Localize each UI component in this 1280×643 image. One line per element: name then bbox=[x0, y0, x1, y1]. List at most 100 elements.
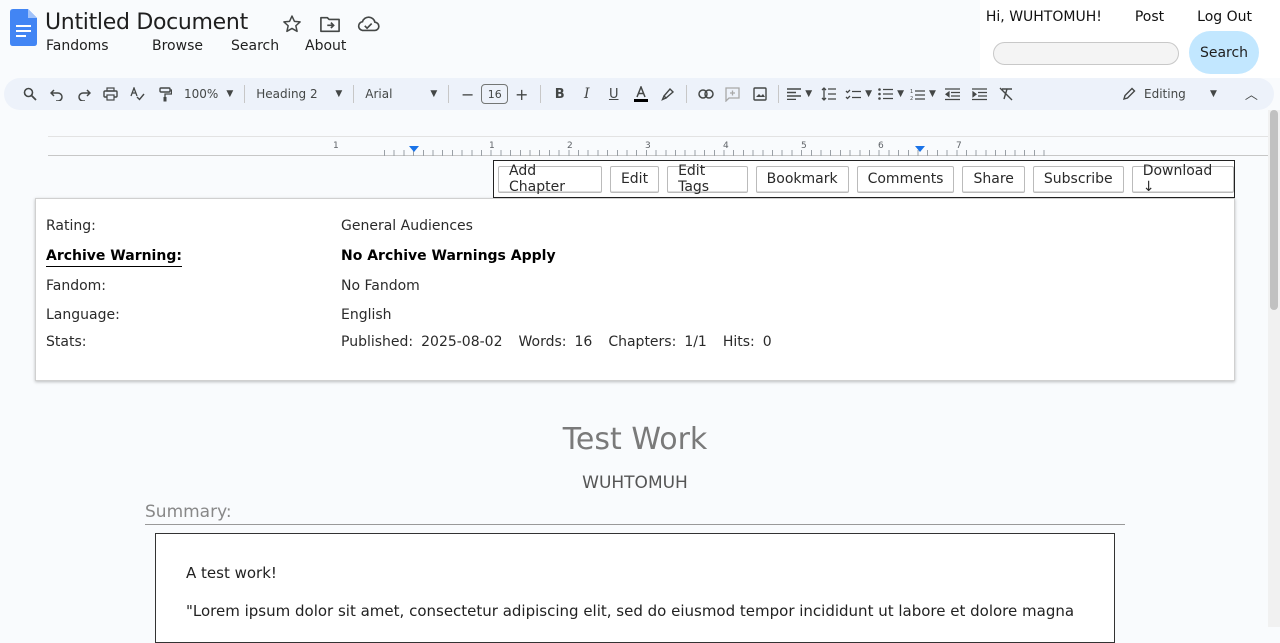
work-title: Test Work bbox=[562, 422, 708, 457]
nav-search[interactable]: Search bbox=[231, 38, 305, 54]
font-size-input[interactable]: 16 bbox=[481, 84, 509, 104]
summary-heading: Summary: bbox=[145, 502, 1125, 525]
left-indent-marker[interactable] bbox=[409, 146, 419, 152]
checklist-icon bbox=[845, 89, 862, 99]
italic-icon[interactable]: I bbox=[573, 82, 600, 106]
ruler-number: 6 bbox=[878, 141, 884, 151]
bold-icon[interactable]: B bbox=[546, 82, 573, 106]
undo-icon[interactable] bbox=[43, 82, 70, 106]
insert-image-icon[interactable] bbox=[746, 82, 773, 106]
zoom-select[interactable]: 100% ▼ bbox=[178, 82, 239, 106]
site-nav: Fandoms Browse Search About bbox=[46, 38, 346, 54]
checklist-select[interactable]: ▼ bbox=[842, 82, 875, 106]
hits-label: Hits: bbox=[722, 334, 755, 350]
edit-button[interactable]: Edit bbox=[609, 165, 660, 193]
rating-label: Rating: bbox=[46, 218, 96, 234]
chapters-value: 1/1 bbox=[684, 334, 707, 350]
docs-logo-icon[interactable] bbox=[10, 9, 37, 46]
add-chapter-button[interactable]: Add Chapter bbox=[498, 163, 602, 195]
rating-value[interactable]: General Audiences bbox=[341, 218, 473, 234]
share-button[interactable]: Share bbox=[962, 165, 1025, 193]
print-icon[interactable] bbox=[97, 82, 124, 106]
language-value: English bbox=[341, 307, 392, 323]
download-button[interactable]: Download ↓ bbox=[1131, 163, 1234, 195]
published-label: Published: bbox=[341, 334, 414, 350]
toolbar-divider bbox=[778, 85, 780, 103]
ruler-number: 5 bbox=[801, 141, 807, 151]
line-spacing-icon[interactable] bbox=[815, 82, 842, 106]
scrollbar-thumb[interactable] bbox=[1270, 110, 1278, 310]
redo-icon[interactable] bbox=[70, 82, 97, 106]
bookmark-button[interactable]: Bookmark bbox=[755, 165, 849, 193]
cloud-status-icon[interactable] bbox=[356, 12, 380, 36]
increase-font-size-icon[interactable]: + bbox=[508, 82, 535, 106]
numbered-list-select[interactable]: 12 ▼ bbox=[907, 82, 939, 106]
style-value: Heading 2 bbox=[256, 87, 318, 101]
font-select[interactable]: Arial ▼ bbox=[359, 82, 443, 106]
underline-icon[interactable]: U bbox=[600, 82, 627, 106]
archive-warning-value[interactable]: No Archive Warnings Apply bbox=[341, 248, 556, 264]
right-indent-marker[interactable] bbox=[915, 146, 925, 152]
top-bar: Untitled Document Fandoms Browse Search … bbox=[0, 0, 1280, 78]
edit-tags-button[interactable]: Edit Tags bbox=[667, 163, 748, 195]
summary-line: "Lorem ipsum dolor sit amet, consectetur… bbox=[186, 602, 1075, 620]
ruler-number: 4 bbox=[723, 141, 729, 151]
post-link[interactable]: Post bbox=[1135, 9, 1164, 25]
svg-text:2: 2 bbox=[910, 96, 913, 101]
docs-toolbar: 100% ▼ Heading 2 ▼ Arial ▼ − 16 + B I U … bbox=[4, 78, 1274, 110]
chevron-down-icon: ▼ bbox=[897, 89, 904, 99]
collapse-toolbar-icon[interactable]: ︿ bbox=[1245, 84, 1258, 103]
comments-button[interactable]: Comments bbox=[856, 165, 955, 193]
chevron-down-icon: ▼ bbox=[1210, 88, 1217, 99]
decrease-indent-icon[interactable] bbox=[939, 82, 966, 106]
chevron-down-icon: ▼ bbox=[865, 89, 873, 99]
toolbar-divider bbox=[540, 85, 542, 103]
chevron-down-icon: ▼ bbox=[430, 89, 438, 99]
subscribe-button[interactable]: Subscribe bbox=[1032, 165, 1124, 193]
move-folder-icon[interactable] bbox=[318, 12, 342, 36]
spellcheck-icon[interactable] bbox=[124, 82, 151, 106]
nav-fandoms[interactable]: Fandoms bbox=[46, 38, 152, 54]
work-author[interactable]: WUHTOMUH bbox=[0, 473, 1270, 493]
increase-indent-icon[interactable] bbox=[966, 82, 993, 106]
logout-link[interactable]: Log Out bbox=[1197, 9, 1252, 25]
ruler-number: 2 bbox=[567, 141, 573, 151]
stats-values: Published: 2025-08-02 Words: 16 Chapters: 1/1… bbox=[341, 334, 780, 350]
bulleted-list-select[interactable]: ▼ bbox=[875, 82, 907, 106]
add-comment-icon[interactable] bbox=[719, 82, 746, 106]
editing-mode-select[interactable]: Editing ▼ ︿ bbox=[1122, 84, 1258, 103]
clear-formatting-icon[interactable] bbox=[993, 82, 1020, 106]
ruler-number: 1 bbox=[489, 141, 495, 151]
nav-browse[interactable]: Browse bbox=[152, 38, 231, 54]
text-color-icon[interactable] bbox=[627, 82, 654, 106]
nav-about[interactable]: About bbox=[305, 38, 346, 54]
link-icon[interactable] bbox=[692, 82, 719, 106]
align-select[interactable]: ▼ bbox=[784, 82, 815, 106]
star-icon[interactable] bbox=[280, 12, 304, 36]
ruler-number: 7 bbox=[956, 141, 962, 151]
vertical-scrollbar[interactable] bbox=[1268, 110, 1280, 627]
archive-warning-label[interactable]: Archive Warning: bbox=[46, 248, 182, 267]
chapters-label: Chapters: bbox=[608, 334, 677, 350]
paint-format-icon[interactable] bbox=[151, 82, 178, 106]
words-value: 16 bbox=[574, 334, 593, 350]
chevron-down-icon: ▼ bbox=[805, 89, 813, 99]
zoom-value: 100% bbox=[184, 87, 219, 101]
hits-value: 0 bbox=[762, 334, 772, 350]
toolbar-divider bbox=[448, 85, 450, 103]
bulleted-list-icon bbox=[878, 88, 894, 100]
document-title[interactable]: Untitled Document bbox=[45, 10, 248, 35]
search-input[interactable] bbox=[993, 42, 1179, 65]
search-button[interactable]: Search bbox=[1189, 31, 1259, 74]
published-value: 2025-08-02 bbox=[421, 334, 503, 350]
highlight-icon[interactable] bbox=[654, 82, 681, 106]
fandom-value[interactable]: No Fandom bbox=[341, 278, 420, 294]
user-greeting-link[interactable]: Hi, WUHTOMUH! bbox=[986, 9, 1102, 25]
style-select[interactable]: Heading 2 ▼ bbox=[250, 82, 348, 106]
chevron-down-icon: ▼ bbox=[335, 89, 343, 99]
editing-mode-label: Editing bbox=[1144, 86, 1186, 101]
search-menus-icon[interactable] bbox=[16, 82, 43, 106]
align-left-icon bbox=[787, 88, 802, 100]
ruler: 1 1 2 3 4 5 6 7 bbox=[48, 136, 1270, 156]
decrease-font-size-icon[interactable]: − bbox=[454, 82, 481, 106]
